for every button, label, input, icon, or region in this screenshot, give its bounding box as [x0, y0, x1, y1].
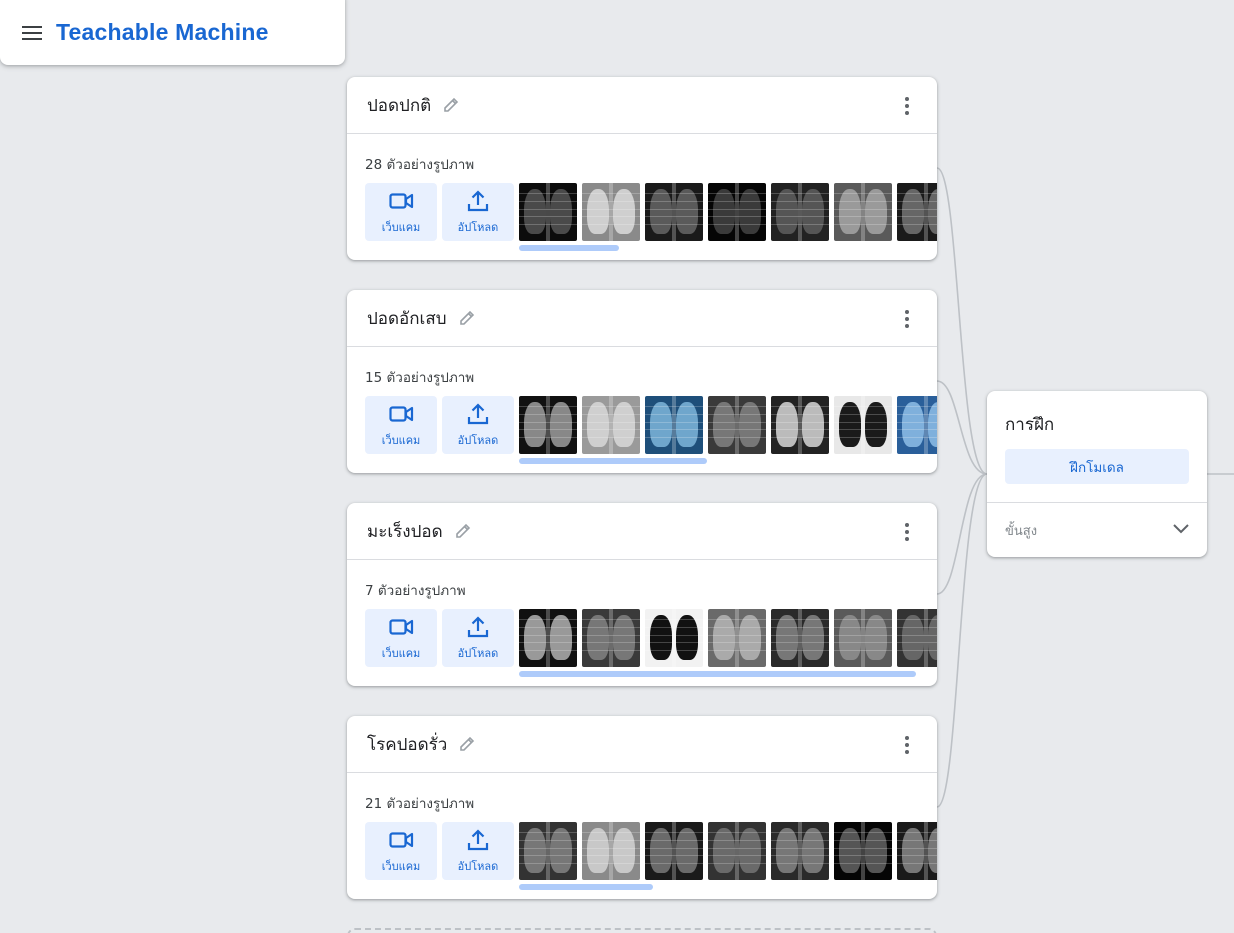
training-title: การฝึก: [1005, 415, 1055, 435]
xray-thumbnail[interactable]: [708, 183, 766, 241]
upload-label: อัปโหลด: [457, 647, 499, 660]
xray-thumbnail[interactable]: [897, 183, 937, 241]
advanced-label: ขั้นสูง: [1005, 523, 1038, 539]
xray-thumbnail[interactable]: [834, 183, 892, 241]
sample-thumbnails: [519, 609, 937, 667]
sample-thumbnails: [519, 183, 937, 241]
sample-count: 15 ตัวอย่างรูปภาพ: [365, 370, 475, 386]
xray-thumbnail[interactable]: [519, 609, 577, 667]
pencil-edit-icon[interactable]: [457, 308, 477, 328]
sample-count: 28 ตัวอย่างรูปภาพ: [365, 157, 475, 173]
xray-thumbnail[interactable]: [708, 609, 766, 667]
advanced-toggle[interactable]: ขั้นสูง: [987, 503, 1207, 557]
webcam-button[interactable]: เว็บแคม: [365, 396, 437, 454]
upload-button[interactable]: อัปโหลด: [442, 396, 514, 454]
upload-label: อัปโหลด: [457, 434, 499, 447]
xray-thumbnail[interactable]: [645, 183, 703, 241]
xray-thumbnail[interactable]: [519, 183, 577, 241]
xray-thumbnail[interactable]: [708, 396, 766, 454]
chevron-down-icon: [1173, 524, 1189, 534]
xray-thumbnail[interactable]: [771, 396, 829, 454]
add-class-button[interactable]: [347, 928, 937, 933]
hamburger-menu-icon[interactable]: [22, 25, 42, 40]
xray-thumbnail[interactable]: [897, 396, 937, 454]
xray-thumbnail[interactable]: [519, 822, 577, 880]
thumbnail-scrollbar[interactable]: [519, 884, 653, 890]
xray-thumbnail[interactable]: [834, 396, 892, 454]
webcam-label: เว็บแคม: [381, 860, 421, 873]
train-model-button[interactable]: ฝึกโมเดล: [1005, 449, 1189, 484]
webcam-label: เว็บแคม: [381, 221, 421, 234]
xray-thumbnail[interactable]: [708, 822, 766, 880]
thumbnail-scrollbar[interactable]: [519, 671, 916, 677]
upload-label: อัปโหลด: [457, 221, 499, 234]
pencil-edit-icon[interactable]: [457, 734, 477, 754]
sample-thumbnails: [519, 396, 937, 454]
class-card-header: ปอดอักเสบ: [347, 290, 937, 347]
xray-thumbnail[interactable]: [645, 609, 703, 667]
more-options-icon[interactable]: [899, 97, 915, 115]
sample-thumbnails: [519, 822, 937, 880]
upload-button[interactable]: อัปโหลด: [442, 609, 514, 667]
xray-thumbnail[interactable]: [771, 609, 829, 667]
xray-thumbnail[interactable]: [582, 183, 640, 241]
upload-icon: [467, 190, 489, 212]
class-card-header: โรคปอดรั่ว: [347, 716, 937, 773]
app-title: Teachable Machine: [56, 19, 269, 45]
more-options-icon[interactable]: [899, 310, 915, 328]
class-card: ปอดอักเสบ 15 ตัวอย่างรูปภาพ เว็บแคม อัปโ…: [347, 290, 937, 473]
class-card-header: มะเร็งปอด: [347, 503, 937, 560]
class-card-header: ปอดปกติ: [347, 77, 937, 134]
training-panel: การฝึก ฝึกโมเดล ขั้นสูง: [987, 391, 1207, 557]
class-name[interactable]: มะเร็งปอด: [367, 518, 443, 545]
webcam-button[interactable]: เว็บแคม: [365, 609, 437, 667]
sample-count: 7 ตัวอย่างรูปภาพ: [365, 583, 466, 599]
more-options-icon[interactable]: [899, 736, 915, 754]
videocam-icon: [389, 832, 414, 848]
class-card: มะเร็งปอด 7 ตัวอย่างรูปภาพ เว็บแคม อัปโห…: [347, 503, 937, 686]
xray-thumbnail[interactable]: [771, 822, 829, 880]
videocam-icon: [389, 193, 414, 209]
xray-thumbnail[interactable]: [582, 822, 640, 880]
upload-icon: [467, 829, 489, 851]
class-card: ปอดปกติ 28 ตัวอย่างรูปภาพ เว็บแคม อัปโหล…: [347, 77, 937, 260]
class-card: โรคปอดรั่ว 21 ตัวอย่างรูปภาพ เว็บแคม อัป…: [347, 716, 937, 899]
xray-thumbnail[interactable]: [582, 396, 640, 454]
class-name[interactable]: ปอดปกติ: [367, 92, 431, 119]
webcam-label: เว็บแคม: [381, 434, 421, 447]
xray-thumbnail[interactable]: [834, 609, 892, 667]
upload-button[interactable]: อัปโหลด: [442, 822, 514, 880]
more-options-icon[interactable]: [899, 523, 915, 541]
pencil-edit-icon[interactable]: [441, 95, 461, 115]
thumbnail-scrollbar[interactable]: [519, 245, 619, 251]
upload-icon: [467, 403, 489, 425]
webcam-label: เว็บแคม: [381, 647, 421, 660]
class-name[interactable]: ปอดอักเสบ: [367, 305, 447, 332]
xray-thumbnail[interactable]: [645, 396, 703, 454]
xray-thumbnail[interactable]: [645, 822, 703, 880]
videocam-icon: [389, 406, 414, 422]
pencil-edit-icon[interactable]: [453, 521, 473, 541]
webcam-button[interactable]: เว็บแคม: [365, 183, 437, 241]
webcam-button[interactable]: เว็บแคม: [365, 822, 437, 880]
xray-thumbnail[interactable]: [519, 396, 577, 454]
upload-icon: [467, 616, 489, 638]
xray-thumbnail[interactable]: [771, 183, 829, 241]
upload-button[interactable]: อัปโหลด: [442, 183, 514, 241]
xray-thumbnail[interactable]: [582, 609, 640, 667]
videocam-icon: [389, 619, 414, 635]
xray-thumbnail[interactable]: [897, 609, 937, 667]
upload-label: อัปโหลด: [457, 860, 499, 873]
thumbnail-scrollbar[interactable]: [519, 458, 707, 464]
xray-thumbnail[interactable]: [897, 822, 937, 880]
class-name[interactable]: โรคปอดรั่ว: [367, 731, 447, 758]
sample-count: 21 ตัวอย่างรูปภาพ: [365, 796, 475, 812]
app-header: Teachable Machine: [0, 0, 345, 65]
xray-thumbnail[interactable]: [834, 822, 892, 880]
